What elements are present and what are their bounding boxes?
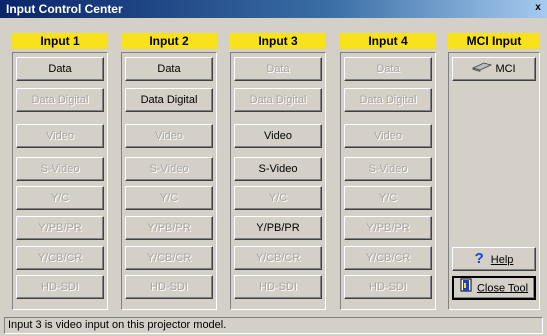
input-2-data-digital-button[interactable]: Data Digital <box>125 88 213 112</box>
input-3-data-button[interactable]: Data <box>234 57 322 81</box>
input-2-data-button[interactable]: Data <box>125 57 213 81</box>
close-tool-button[interactable]: Close Tool <box>452 276 536 300</box>
input-3-header: Input 3 <box>230 33 326 49</box>
input-2-panel: Data Data Digital Video S-Video Y/C Y/PB… <box>121 52 217 310</box>
close-tool-button-label: Close Tool <box>476 282 529 295</box>
help-button[interactable]: ? Help <box>452 247 536 271</box>
input-1-panel: Data Data Digital Video S-Video Y/C Y/PB… <box>12 52 108 310</box>
input-control-center-window: Input Control Center x Input 1 Data Data… <box>0 0 547 336</box>
input-1-y-c-button[interactable]: Y/C <box>16 186 104 210</box>
help-button-label: Help <box>490 254 514 266</box>
input-3-y-c-button[interactable]: Y/C <box>234 186 322 210</box>
input-4-s-video-button[interactable]: S-Video <box>344 157 432 181</box>
input-4-y-pb-pr-button[interactable]: Y/PB/PR <box>344 216 432 240</box>
input-1-header: Input 1 <box>12 33 108 49</box>
input-2-y-c-button[interactable]: Y/C <box>125 186 213 210</box>
input-3-video-button[interactable]: Video <box>234 124 322 148</box>
input-1-video-button[interactable]: Video <box>16 124 104 148</box>
input-3-y-pb-pr-button[interactable]: Y/PB/PR <box>234 216 322 240</box>
input-3-data-digital-button[interactable]: Data Digital <box>234 88 322 112</box>
input-1-data-digital-button[interactable]: Data Digital <box>16 88 104 112</box>
input-1-y-pb-pr-button[interactable]: Y/PB/PR <box>16 216 104 240</box>
input-4-y-cb-cr-button[interactable]: Y/CB/CR <box>344 246 432 270</box>
door-exit-icon <box>460 278 474 299</box>
input-2-y-pb-pr-button[interactable]: Y/PB/PR <box>125 216 213 240</box>
input-3-s-video-button[interactable]: S-Video <box>234 157 322 181</box>
title-bar[interactable]: Input Control Center x <box>0 0 547 18</box>
mci-device-icon <box>472 58 493 80</box>
mci-button-label: MCI <box>495 63 516 75</box>
status-bar: Input 3 is video input on this projector… <box>4 317 543 334</box>
input-4-y-c-button[interactable]: Y/C <box>344 186 432 210</box>
input-2-hd-sdi-button[interactable]: HD-SDI <box>125 275 213 299</box>
input-2-header: Input 2 <box>121 33 217 49</box>
input-2-video-button[interactable]: Video <box>125 124 213 148</box>
input-3-panel: Data Data Digital Video S-Video Y/C Y/PB… <box>230 52 326 310</box>
input-1-y-cb-cr-button[interactable]: Y/CB/CR <box>16 246 104 270</box>
mci-input-header: MCI Input <box>448 33 540 49</box>
input-3-hd-sdi-button[interactable]: HD-SDI <box>234 275 322 299</box>
input-4-video-button[interactable]: Video <box>344 124 432 148</box>
input-1-hd-sdi-button[interactable]: HD-SDI <box>16 275 104 299</box>
input-4-data-digital-button[interactable]: Data Digital <box>344 88 432 112</box>
close-icon[interactable]: x <box>531 1 545 15</box>
input-1-data-button[interactable]: Data <box>16 57 104 81</box>
input-4-hd-sdi-button[interactable]: HD-SDI <box>344 275 432 299</box>
input-4-header: Input 4 <box>340 33 436 49</box>
input-4-panel: Data Data Digital Video S-Video Y/C Y/PB… <box>340 52 436 310</box>
input-4-data-button[interactable]: Data <box>344 57 432 81</box>
input-3-y-cb-cr-button[interactable]: Y/CB/CR <box>234 246 322 270</box>
input-2-y-cb-cr-button[interactable]: Y/CB/CR <box>125 246 213 270</box>
mci-input-panel: MCI ? Help Close Tool <box>448 52 540 310</box>
input-1-s-video-button[interactable]: S-Video <box>16 157 104 181</box>
mci-button[interactable]: MCI <box>452 57 536 81</box>
input-2-s-video-button[interactable]: S-Video <box>125 157 213 181</box>
window-title: Input Control Center <box>6 2 123 16</box>
question-mark-icon: ? <box>474 250 484 267</box>
